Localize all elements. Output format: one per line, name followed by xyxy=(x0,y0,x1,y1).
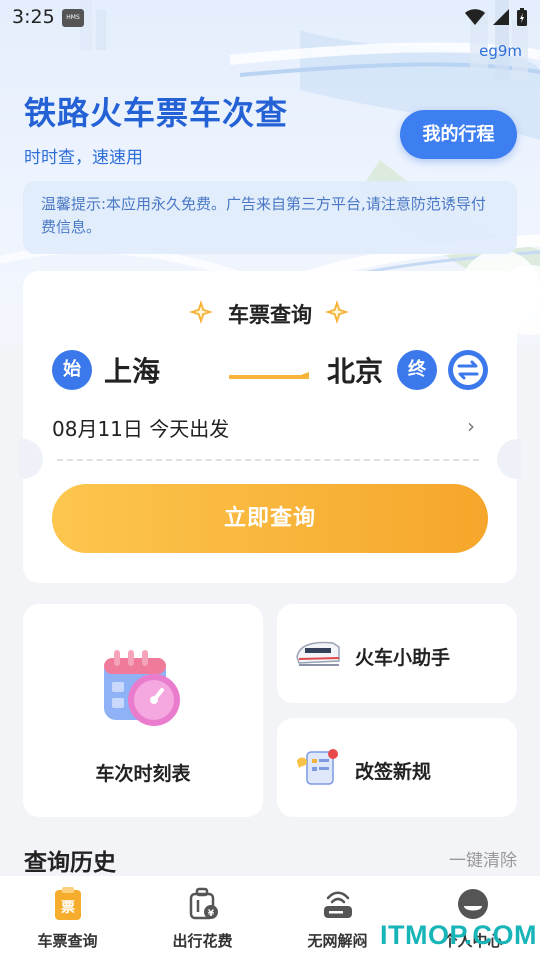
luggage-icon: ¥ xyxy=(189,887,218,920)
route-arrow-icon xyxy=(229,372,309,379)
calendar-icon xyxy=(104,650,180,726)
signal-icon xyxy=(493,9,509,25)
device-id-label: eg9m xyxy=(479,42,522,60)
app-title: 铁路火车票车次查 xyxy=(24,94,289,132)
train-assistant-label: 火车小助手 xyxy=(355,647,451,669)
ticket-notch-right xyxy=(497,439,521,479)
system-icons xyxy=(464,7,528,27)
departure-date[interactable]: 08月11日 今天出发 xyxy=(52,413,229,442)
ticket-search-card: 车票查询 始 上海 北京 终 08月11日 今天出发 › 立即查询 xyxy=(19,271,521,583)
battery-charging-icon xyxy=(517,8,527,26)
hms-notification-icon: HMS xyxy=(62,9,84,27)
timetable-label: 车次时刻表 xyxy=(95,763,191,785)
train-assistant-tile[interactable]: 火车小助手 xyxy=(277,604,517,703)
ticket-icon: 票 xyxy=(54,887,81,920)
destination-city[interactable]: 北京 xyxy=(327,350,383,390)
ticket-notch-left xyxy=(19,439,43,479)
tab-travel-cost[interactable]: ¥ 出行花费 xyxy=(135,876,270,960)
chevron-right-icon[interactable]: › xyxy=(467,414,475,438)
ticket-search-title: 车票查询 xyxy=(228,303,312,327)
currency-glyph: ¥ xyxy=(207,909,214,919)
tab-ticket-search[interactable]: 票 车票查询 xyxy=(0,876,135,960)
train-icon xyxy=(296,641,340,666)
wifi-icon xyxy=(465,9,485,25)
router-icon xyxy=(323,891,352,918)
ticket-divider xyxy=(57,459,479,461)
swap-cities-icon[interactable] xyxy=(447,349,489,391)
status-time: 3:25 xyxy=(12,6,55,28)
status-bar: 3:25 HMS xyxy=(0,0,540,36)
rebook-rules-tile[interactable]: 改签新规 xyxy=(277,718,517,817)
tab-label: 车票查询 xyxy=(37,932,98,950)
profile-icon xyxy=(457,889,488,919)
history-title: 查询历史 xyxy=(24,850,116,876)
clear-history-button[interactable]: 一键清除 xyxy=(449,846,517,871)
origin-badge: 始 xyxy=(52,350,92,390)
app-subtitle: 时时查，速速用 xyxy=(24,148,143,168)
rebook-rules-label: 改签新规 xyxy=(355,761,432,783)
ticket-icon-glyph: 票 xyxy=(61,900,75,916)
watermark-logo: ITMOP.COM xyxy=(380,920,538,950)
my-trip-button[interactable]: 我的行程 xyxy=(400,110,517,159)
timetable-tile[interactable]: 车次时刻表 xyxy=(23,604,263,817)
destination-badge: 终 xyxy=(397,350,437,390)
search-now-button[interactable]: 立即查询 xyxy=(52,484,488,553)
notice-banner: 温馨提示:本应用永久免费。广告来自第三方平台,请注意防范诱导付费信息。 xyxy=(23,181,517,254)
document-edit-icon xyxy=(297,749,338,785)
tab-label: 出行花费 xyxy=(172,932,233,950)
origin-city[interactable]: 上海 xyxy=(104,350,160,390)
sparkle-icon xyxy=(325,300,349,324)
